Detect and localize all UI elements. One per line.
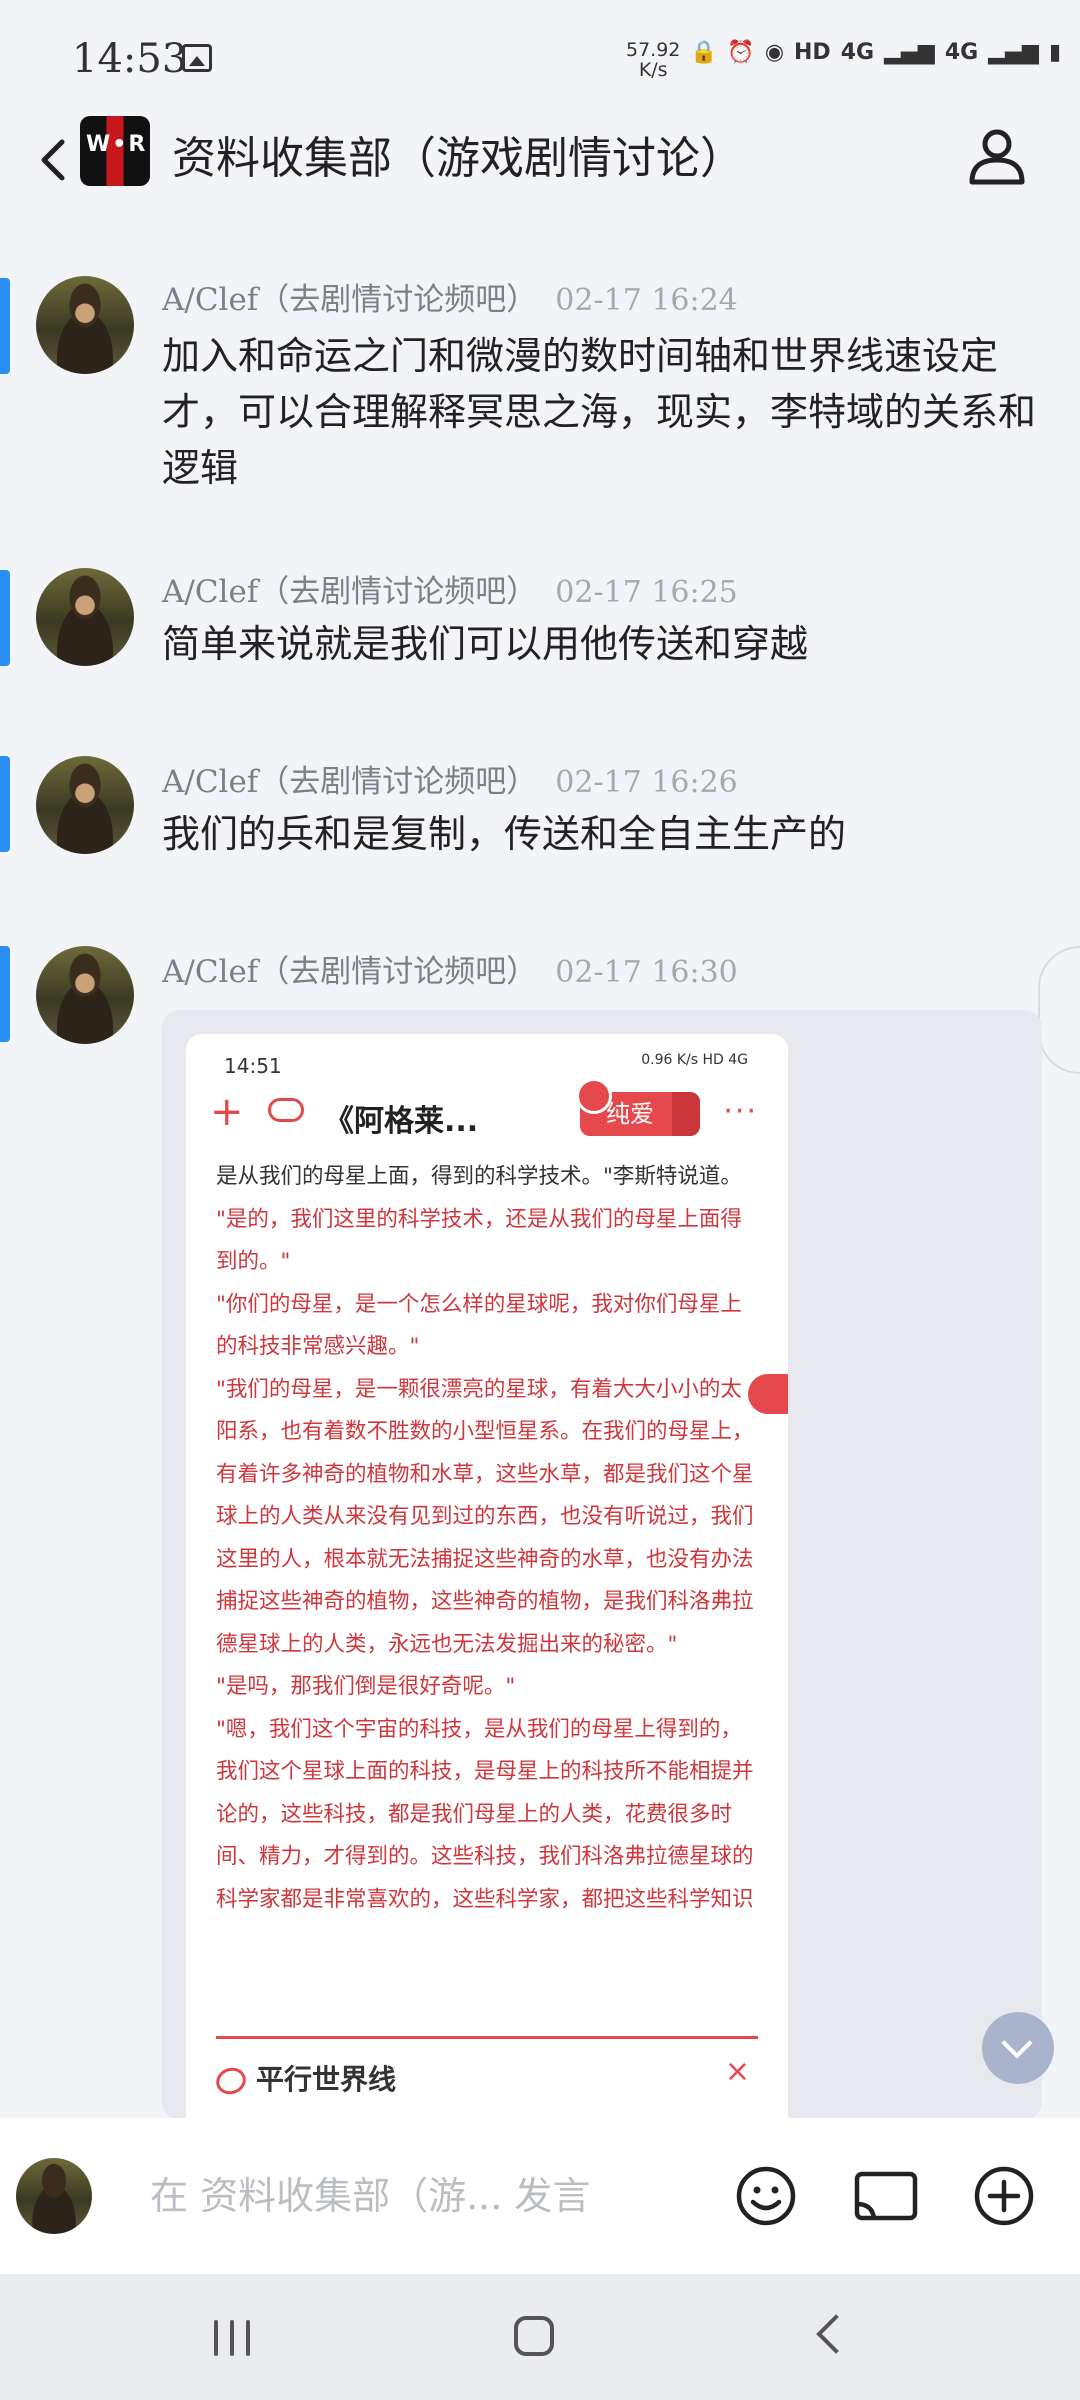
screenshot-book-title: 《阿格莱... xyxy=(324,1104,479,1139)
screenshot-paragraph: "你们的母星，是一个怎么样的星球呢，我对你们母星上的科技非常感兴趣。" xyxy=(216,1291,742,1360)
message-time: 02-17 16:26 xyxy=(555,765,738,800)
scroll-to-bottom-button[interactable] xyxy=(982,2012,1054,2084)
system-nav-bar xyxy=(0,2274,1080,2400)
sender-name[interactable]: A/Clef（去剧情讨论频吧） xyxy=(162,954,537,990)
screenshot-toolbar: + 《阿格莱... 纯爱 ··· xyxy=(186,1078,788,1150)
shared-screenshot[interactable]: 14:51 0.96 K/s HD 4G + 《阿格莱... 纯爱 ··· 是从… xyxy=(186,1034,788,2120)
screenshot-bottom-bar: 平行世界线 xyxy=(212,2058,397,2099)
planet-icon xyxy=(212,2063,250,2099)
avatar[interactable] xyxy=(36,946,134,1044)
message-accent-bar xyxy=(0,946,10,1042)
image-message[interactable]: 14:51 0.96 K/s HD 4G + 《阿格莱... 纯爱 ··· 是从… xyxy=(162,1010,1042,2120)
network-label-2: 4G xyxy=(944,40,979,65)
recent-apps-icon[interactable] xyxy=(212,2320,254,2356)
hd-label: HD xyxy=(794,40,831,65)
home-icon[interactable] xyxy=(514,2316,554,2356)
plus-icon: + xyxy=(210,1089,244,1135)
battery-icon: ▮ xyxy=(1048,40,1062,65)
cast-screen-icon[interactable] xyxy=(852,2164,920,2228)
message-text: 加入和命运之门和微漫的数时间轴和世界线速设定才，可以合理解释冥思之海，现实，李特… xyxy=(162,334,1037,490)
screenshot-paragraph: "嗯，我们这个宇宙的科技，是从我们的母星上得到的，我们这个星球上面的科技，是母星… xyxy=(216,1716,754,1912)
screenshot-paragraph: "是吗，那我们倒是很好奇呢。" xyxy=(216,1674,516,1699)
network-label: 4G xyxy=(840,40,875,65)
sender-name[interactable]: A/Clef（去剧情讨论频吧） xyxy=(162,282,537,318)
avatar[interactable] xyxy=(36,276,134,374)
my-avatar[interactable] xyxy=(16,2158,92,2234)
message-meta: A/Clef（去剧情讨论频吧） 02-17 16:24 xyxy=(162,274,738,319)
screenshot-text: 是从我们的母星上面，得到的科学技术。"李斯特说道。 "是的，我们这里的科学技术，… xyxy=(216,1156,756,1921)
message-accent-bar xyxy=(0,756,10,852)
screenshot-badge: 纯爱 xyxy=(576,1078,700,1136)
lock-icon: 🔒 xyxy=(690,40,718,65)
plus-circle-icon[interactable] xyxy=(972,2164,1036,2228)
close-icon: × xyxy=(724,2054,750,2089)
message-accent-bar xyxy=(0,570,10,666)
more-icon: ··· xyxy=(723,1094,758,1129)
screenshot-status-time: 14:51 xyxy=(224,1054,282,1078)
message-input[interactable]: 在 资料收集部（游... 发言 xyxy=(150,2156,690,2236)
chat-header: W•R 资料收集部（游戏剧情讨论） xyxy=(0,110,1080,210)
screenshot-divider xyxy=(216,2036,758,2039)
back-arrow-icon[interactable] xyxy=(28,132,84,188)
message-meta: A/Clef（去剧情讨论频吧） 02-17 16:30 xyxy=(162,946,738,991)
alarm-icon: ⏰ xyxy=(727,40,755,65)
group-avatar[interactable]: W•R xyxy=(80,116,150,186)
message-text: 简单来说就是我们可以用他传送和穿越 xyxy=(162,622,809,666)
screenshot-status-icons: 0.96 K/s HD 4G xyxy=(641,1052,748,1068)
screenshot-paragraph: "是的，我们这里的科学技术，还是从我们的母星上面得到的。" xyxy=(216,1206,742,1275)
message-text: 我们的兵和是复制，传送和全自主生产的 xyxy=(162,812,847,856)
sender-name[interactable]: A/Clef（去剧情讨论频吧） xyxy=(162,764,537,800)
avatar[interactable] xyxy=(36,756,134,854)
signal-icon-2: ▂▄▆ xyxy=(988,40,1039,65)
message-time: 02-17 16:25 xyxy=(555,575,738,610)
message-time: 02-17 16:24 xyxy=(555,283,738,318)
person-icon[interactable] xyxy=(962,122,1032,192)
network-speed: 57.92 K/s xyxy=(626,39,681,81)
avatar[interactable] xyxy=(36,568,134,666)
screenshot-paragraph: "我们的母星，是一颗很漂亮的星球，有着大大小小的太阳系，也有着数不胜数的小型恒星… xyxy=(216,1376,754,1657)
message-meta: A/Clef（去剧情讨论频吧） 02-17 16:26 xyxy=(162,756,738,801)
status-time: 14:53 xyxy=(72,36,188,82)
status-bar: 14:53 57.92 K/s 🔒 ⏰ ◉ HD 4G ▂▄▆ 4G ▂▄▆ ▮ xyxy=(0,0,1080,120)
screenshot-bottom-label: 平行世界线 xyxy=(256,2063,397,2096)
edge-handle[interactable] xyxy=(1038,946,1080,1074)
screenshot-paragraph: 是从我们的母星上面，得到的科学技术。"李斯特说道。 xyxy=(216,1164,742,1189)
smiley-icon[interactable] xyxy=(734,2164,798,2228)
cloud-icon xyxy=(268,1098,304,1122)
message-time: 02-17 16:30 xyxy=(555,955,738,990)
nav-back-icon[interactable] xyxy=(816,2314,856,2354)
message-accent-bar xyxy=(0,278,10,374)
signal-icon: ▂▄▆ xyxy=(884,40,935,65)
screenshot-side-tab xyxy=(748,1374,788,1414)
message-meta: A/Clef（去剧情讨论频吧） 02-17 16:25 xyxy=(162,566,738,611)
group-title: 资料收集部（游戏剧情讨论） xyxy=(172,133,744,184)
input-bar: 在 资料收集部（游... 发言 xyxy=(0,2118,1080,2274)
status-icons: 🔒 ⏰ ◉ HD 4G ▂▄▆ 4G ▂▄▆ ▮ xyxy=(690,40,1061,65)
hotspot-icon: ◉ xyxy=(764,40,785,65)
sender-name[interactable]: A/Clef（去剧情讨论频吧） xyxy=(162,574,537,610)
image-notification-icon xyxy=(182,44,212,72)
